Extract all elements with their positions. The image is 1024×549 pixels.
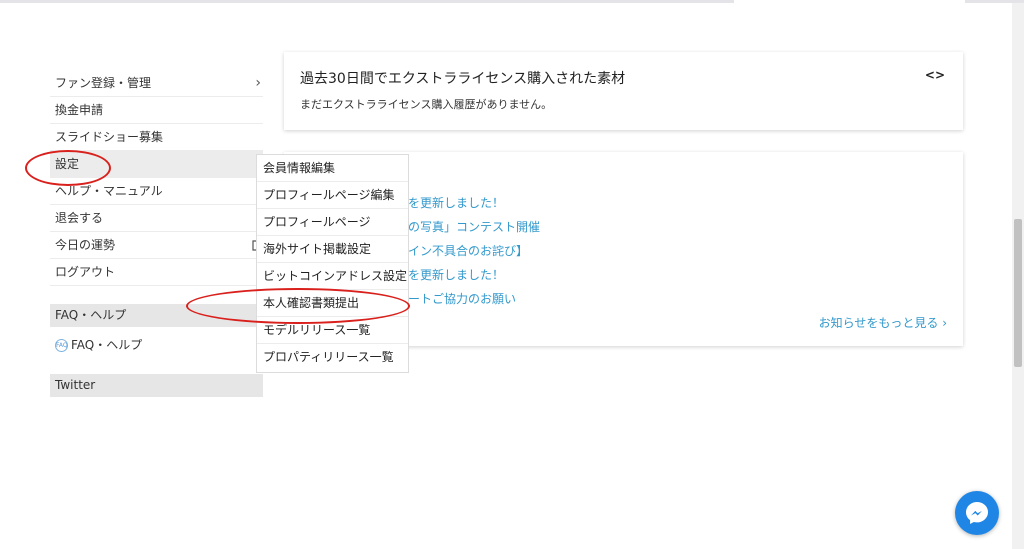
faq-icon: FAQ <box>55 339 68 352</box>
news-item[interactable]: ケートご協力のお願い <box>396 290 516 307</box>
annotation-circle-settings <box>25 150 111 186</box>
news-item[interactable]: ザイン不具合のお詫び】 <box>396 242 528 259</box>
submenu-item-member-info[interactable]: 会員情報編集 <box>257 155 408 182</box>
submenu-item-bitcoin-address[interactable]: ビットコインアドレス設定 <box>257 263 408 290</box>
sidebar-item-withdraw[interactable]: 退会する <box>50 205 263 232</box>
messenger-icon <box>966 502 988 524</box>
sidebar-item-payout[interactable]: 換金申請 <box>50 97 263 124</box>
news-item[interactable]: らの写真」コンテスト開催 <box>396 218 540 235</box>
browser-top-strip <box>0 0 1024 3</box>
code-toggle-icon[interactable]: <> <box>925 68 945 82</box>
submenu-item-profile-edit[interactable]: プロフィールページ編集 <box>257 182 408 209</box>
extended-license-card: 過去30日間でエクストラライセンス購入された素材 まだエクストラライセンス購入履… <box>284 52 963 130</box>
submenu-item-overseas-settings[interactable]: 海外サイト掲載設定 <box>257 236 408 263</box>
scrollbar-thumb[interactable] <box>1014 219 1022 367</box>
sidebar-item-label: ログアウト <box>55 265 116 279</box>
settings-submenu: 会員情報編集 プロフィールページ編集 プロフィールページ 海外サイト掲載設定 ビ… <box>256 154 409 373</box>
submenu-item-profile-page[interactable]: プロフィールページ <box>257 209 408 236</box>
annotation-circle-identity <box>186 288 410 324</box>
twitter-section-header: Twitter <box>50 374 263 397</box>
more-news-link[interactable]: お知らせをもっと見る › <box>819 314 947 331</box>
chevron-right-icon: › <box>255 75 261 91</box>
news-item[interactable]: アを更新しました！ <box>396 194 504 211</box>
faq-link-label: FAQ・ヘルプ <box>71 338 143 352</box>
sidebar-item-label: 退会する <box>55 211 104 225</box>
sidebar-item-label: 今日の運勢 <box>55 238 116 252</box>
faq-help-link[interactable]: FAQ FAQ・ヘルプ <box>55 336 142 354</box>
tab-notch <box>849 0 965 3</box>
sidebar-item-label: ヘルプ・マニュアル <box>55 184 163 198</box>
page-scrollbar[interactable] <box>1012 3 1024 549</box>
sidebar-item-fan-management[interactable]: ファン登録・管理 › <box>50 70 263 97</box>
sidebar-item-logout[interactable]: ログアウト <box>50 259 263 286</box>
sidebar-item-label: スライドショー募集 <box>55 130 164 144</box>
sidebar-item-label: 換金申請 <box>55 103 104 117</box>
submenu-item-property-releases[interactable]: プロパティリリース一覧 <box>257 344 408 371</box>
tab-notch <box>734 0 850 3</box>
news-item[interactable]: アを更新しました！ <box>396 266 504 283</box>
sidebar-item-fortune[interactable]: 今日の運勢 <box>50 232 263 259</box>
sidebar-item-label: ファン登録・管理 <box>55 76 152 90</box>
messenger-chat-button[interactable] <box>955 491 999 535</box>
sidebar-item-slideshow[interactable]: スライドショー募集 <box>50 124 263 151</box>
extended-license-empty-message: まだエクストラライセンス購入履歴がありません。 <box>300 98 553 111</box>
extended-license-title: 過去30日間でエクストラライセンス購入された素材 <box>300 71 626 87</box>
